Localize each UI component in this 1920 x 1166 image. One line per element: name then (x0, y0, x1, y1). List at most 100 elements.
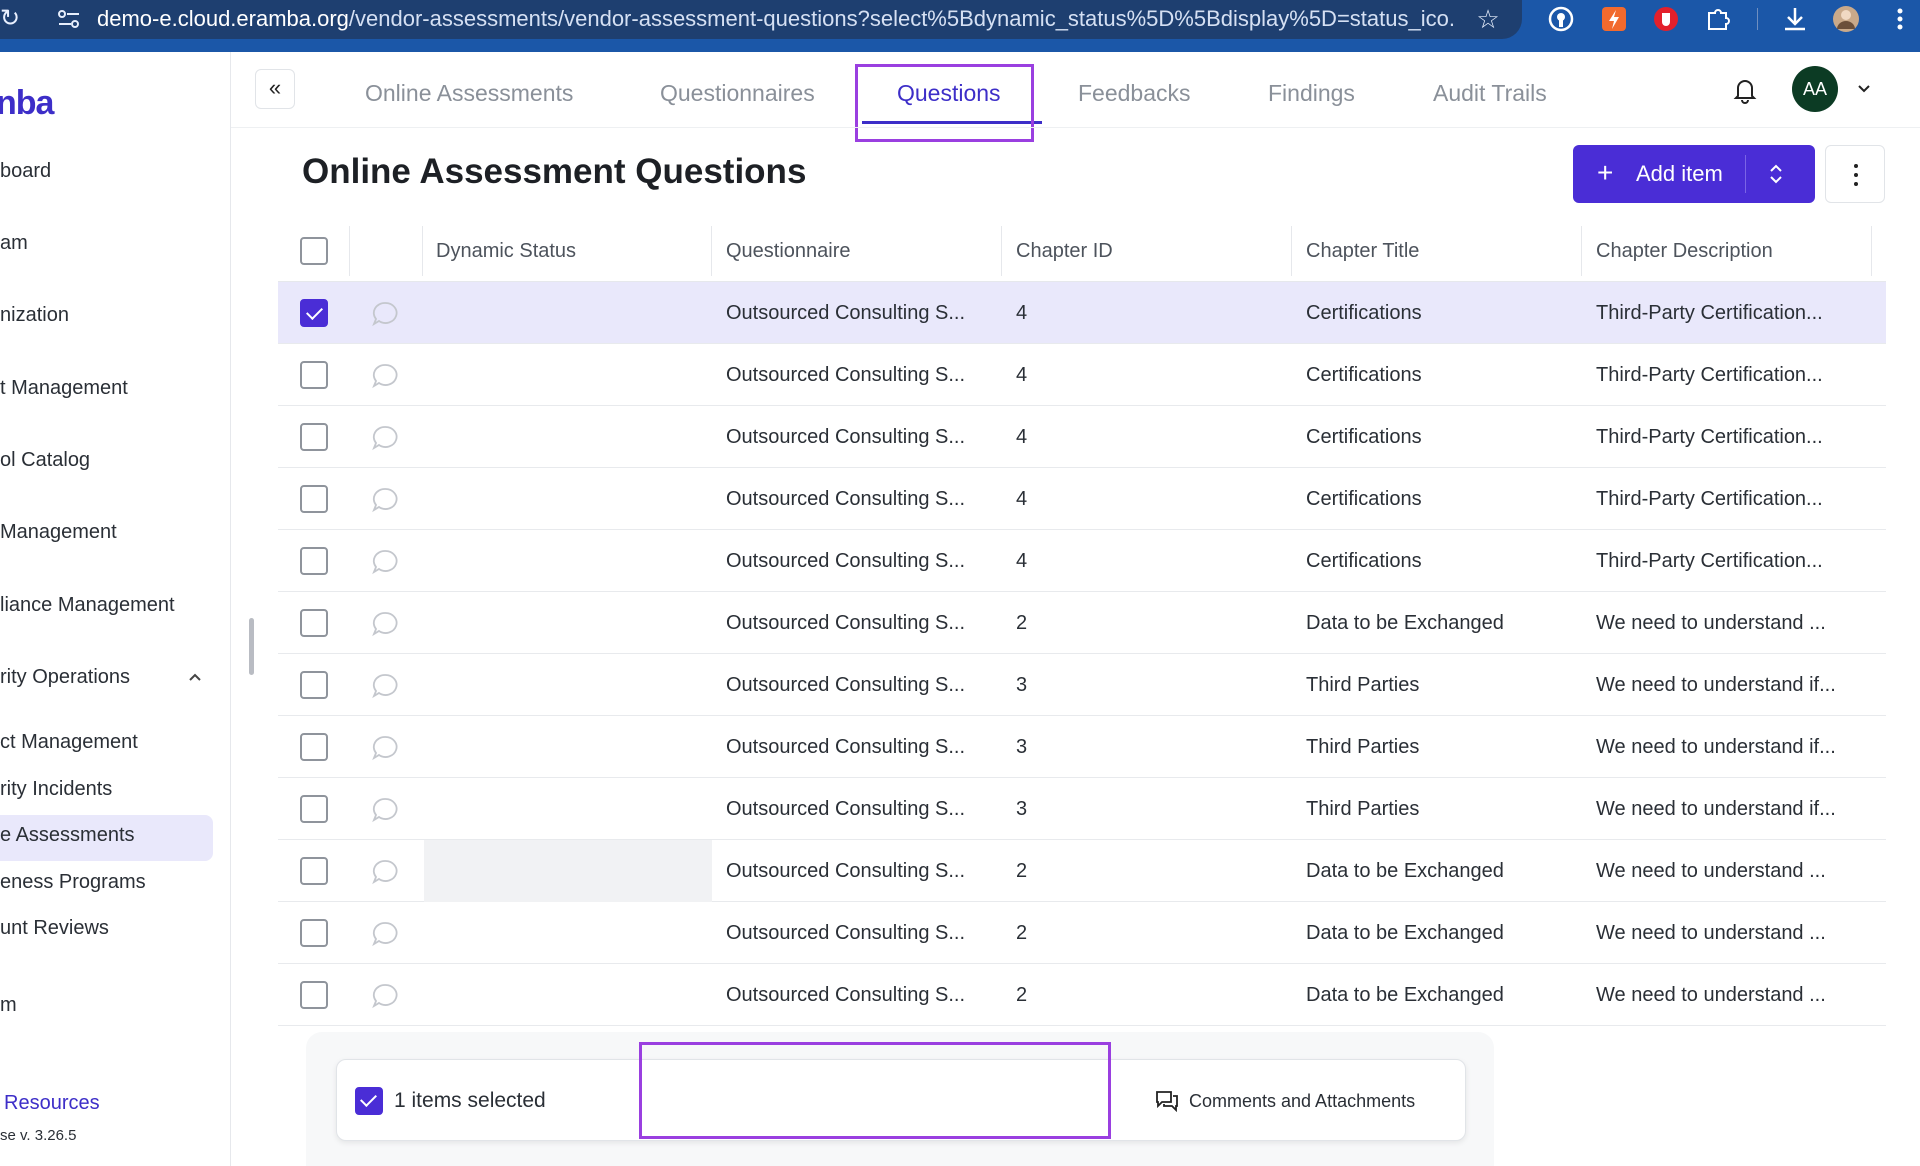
sidebar-item-compliance-management[interactable]: liance Management (0, 594, 175, 617)
tab-feedbacks[interactable]: Feedbacks (1078, 80, 1191, 107)
comment-bubble-icon[interactable] (371, 858, 399, 886)
sidebar-item-awareness-programs[interactable]: eness Programs (0, 871, 146, 894)
bookmark-star-icon[interactable]: ☆ (1474, 5, 1502, 33)
sidebar-item-security-operations[interactable]: rity Operations (0, 666, 130, 689)
comment-bubble-icon[interactable] (371, 424, 399, 452)
chevron-up-icon[interactable] (186, 668, 204, 686)
row-checkbox[interactable] (300, 609, 328, 637)
sidebar-item-security-incidents[interactable]: rity Incidents (0, 778, 112, 801)
comment-bubble-icon[interactable] (371, 672, 399, 700)
sidebar-item-account-reviews[interactable]: unt Reviews (0, 917, 109, 940)
tab-online-assessments[interactable]: Online Assessments (365, 80, 573, 107)
sidebar-item-project-management[interactable]: ct Management (0, 731, 138, 754)
row-checkbox[interactable] (300, 671, 328, 699)
sidebar-item-risk-management[interactable]: Management (0, 521, 117, 544)
comment-bubble-icon[interactable] (371, 548, 399, 576)
user-avatar[interactable]: AA (1792, 66, 1838, 112)
row-checkbox[interactable] (300, 919, 328, 947)
shield-extension-icon[interactable] (1651, 4, 1681, 34)
selected-checkbox[interactable] (355, 1087, 383, 1115)
comments-icon[interactable] (1155, 1090, 1179, 1112)
more-vertical-icon (1854, 164, 1858, 186)
column-header-dynamic-status[interactable]: Dynamic Status (436, 220, 576, 282)
lightning-extension-icon[interactable] (1599, 4, 1629, 34)
chevron-down-icon[interactable] (1855, 80, 1873, 98)
site-settings-icon[interactable] (56, 7, 82, 31)
add-item-button[interactable]: + Add item (1573, 145, 1815, 203)
sidebar-item-online-assessments[interactable]: e Assessments (0, 824, 135, 847)
row-checkbox[interactable] (300, 857, 328, 885)
table-row[interactable]: Outsourced Consulting S... 2 Data to be Ex… (278, 902, 1886, 964)
row-checkbox[interactable] (300, 423, 328, 451)
profile-avatar-icon[interactable] (1831, 4, 1861, 34)
comment-bubble-icon[interactable] (371, 362, 399, 390)
table-row[interactable]: Outsourced Consulting S... 4 Certification… (278, 468, 1886, 530)
browser-menu-icon[interactable] (1885, 4, 1915, 34)
table-row[interactable]: Outsourced Consulting S... 3 Third Parties… (278, 716, 1886, 778)
comments-and-attachments-button[interactable]: Comments and Attachments (1189, 1090, 1415, 1112)
select-all-checkbox[interactable] (300, 237, 328, 265)
chapter-title-cell: Certifications (1306, 550, 1422, 572)
bulk-bar-annotation-box (639, 1042, 1111, 1139)
table-row[interactable]: Outsourced Consulting S... 3 Third Parties… (278, 778, 1886, 840)
chapter-title-cell: Certifications (1306, 426, 1422, 448)
address-bar[interactable]: ↻ demo-e.cloud.eramba.org/vendor-assessm… (0, 0, 1522, 39)
sidebar-item-dashboard[interactable]: board (0, 160, 51, 183)
chapter-id-cell: 3 (1016, 674, 1028, 696)
tab-findings[interactable]: Findings (1268, 80, 1355, 107)
row-checkbox[interactable] (300, 547, 328, 575)
table-row[interactable]: Outsourced Consulting S... 4 Certification… (278, 530, 1886, 592)
sidebar-scrollbar[interactable] (249, 618, 254, 675)
tab-questionnaires[interactable]: Questionnaires (660, 80, 815, 107)
chapter-description-cell: We need to understand if... (1596, 798, 1836, 820)
table-row[interactable]: Outsourced Consulting S... 4 Certification… (278, 282, 1886, 344)
download-icon[interactable] (1780, 4, 1810, 34)
sidebar-item-asset-management[interactable]: t Management (0, 377, 128, 400)
tab-audit-trails[interactable]: Audit Trails (1433, 80, 1547, 107)
password-manager-extension-icon[interactable] (1546, 4, 1576, 34)
table-header: Dynamic Status Questionnaire Chapter ID … (278, 220, 1886, 282)
column-header-questionnaire[interactable]: Questionnaire (726, 220, 851, 282)
row-checkbox[interactable] (300, 733, 328, 761)
sidebar-item-program[interactable]: am (0, 232, 28, 255)
column-header-chapter-id[interactable]: Chapter ID (1016, 220, 1113, 282)
chapter-id-cell: 3 (1016, 798, 1028, 820)
column-header-chapter-title[interactable]: Chapter Title (1306, 220, 1419, 282)
sidebar-item-organization[interactable]: nization (0, 304, 69, 327)
row-checkbox[interactable] (300, 485, 328, 513)
comment-bubble-icon[interactable] (371, 982, 399, 1010)
row-checkbox[interactable] (300, 981, 328, 1009)
comment-bubble-icon[interactable] (371, 486, 399, 514)
table-row[interactable]: Outsourced Consulting S... 3 Third Parties… (278, 654, 1886, 716)
page-title: Online Assessment Questions (302, 152, 807, 191)
app-logo[interactable]: nba (0, 84, 54, 123)
table-row[interactable]: Outsourced Consulting S... 2 Data to be Ex… (278, 964, 1886, 1026)
comment-bubble-icon[interactable] (371, 734, 399, 762)
sort-toggle-icon[interactable] (1766, 163, 1786, 185)
row-checkbox[interactable] (300, 299, 328, 327)
extensions-puzzle-icon[interactable] (1703, 4, 1733, 34)
chapter-id-cell: 2 (1016, 984, 1028, 1006)
row-checkbox[interactable] (300, 361, 328, 389)
table-row[interactable]: Outsourced Consulting S... 2 Data to be Ex… (278, 592, 1886, 654)
column-header-chapter-description[interactable]: Chapter Description (1596, 220, 1773, 282)
chapter-description-cell: We need to understand if... (1596, 674, 1836, 696)
url-text[interactable]: demo-e.cloud.eramba.org/vendor-assessmen… (97, 6, 1457, 32)
chapter-title-cell: Certifications (1306, 488, 1422, 510)
comment-bubble-icon[interactable] (371, 610, 399, 638)
table-row[interactable]: Outsourced Consulting S... 2 Data to be Ex… (278, 840, 1886, 902)
notification-bell-icon[interactable] (1731, 75, 1759, 105)
row-checkbox[interactable] (300, 795, 328, 823)
more-options-button[interactable] (1825, 145, 1885, 203)
dynamic-status-cell (424, 840, 712, 902)
sidebar-item-system[interactable]: m (0, 994, 17, 1017)
table-row[interactable]: Outsourced Consulting S... 4 Certification… (278, 344, 1886, 406)
sidebar-item-control-catalog[interactable]: ol Catalog (0, 449, 90, 472)
reload-icon[interactable]: ↻ (0, 5, 22, 33)
comment-bubble-icon[interactable] (371, 300, 399, 328)
comment-bubble-icon[interactable] (371, 796, 399, 824)
table-row[interactable]: Outsourced Consulting S... 4 Certification… (278, 406, 1886, 468)
collapse-sidebar-button[interactable]: « (255, 69, 295, 109)
sidebar-resources-link[interactable]: Resources (4, 1092, 100, 1115)
comment-bubble-icon[interactable] (371, 920, 399, 948)
